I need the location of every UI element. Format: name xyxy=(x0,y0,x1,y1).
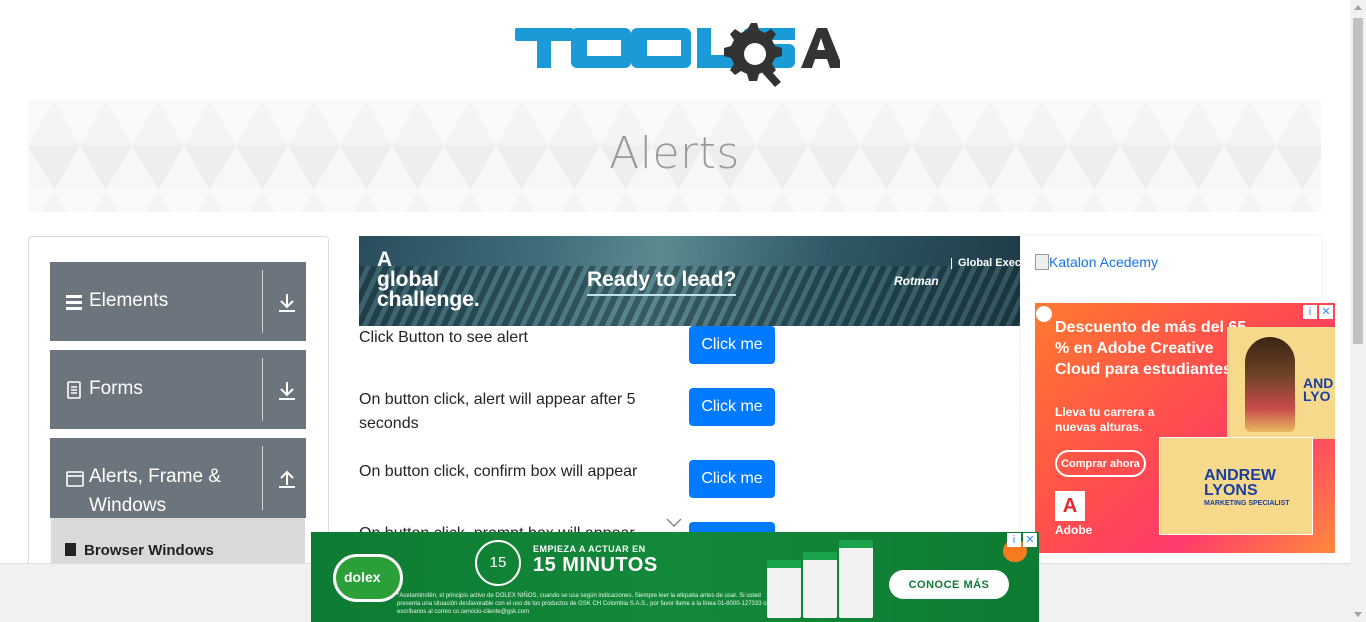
ad-headline-line: challenge. xyxy=(377,288,480,311)
toolsqa-logo[interactable] xyxy=(515,16,840,91)
timer-icon: 15 xyxy=(475,540,521,586)
nav-group-label: Forms xyxy=(89,378,143,399)
sidebar-item-label: Browser Windows xyxy=(84,542,214,559)
page-banner: Alerts xyxy=(28,100,1321,212)
ad-photo: AND LYO xyxy=(1227,327,1335,439)
ad-side-text: Global Executive M for Healthca the Life… xyxy=(951,258,1020,269)
product-box xyxy=(839,540,873,618)
product-boxes xyxy=(767,538,873,618)
page-title: Alerts xyxy=(609,128,740,179)
ad-info-icon[interactable]: i xyxy=(1007,533,1021,547)
photo-name: AND LYO xyxy=(1303,375,1334,404)
nav-group-forms[interactable]: Forms xyxy=(50,350,306,429)
scroll-up-arrow[interactable] xyxy=(1354,5,1362,10)
ad-subline: Lleva tu carrera a nuevas alturas. xyxy=(1055,405,1155,434)
download-icon[interactable] xyxy=(276,380,298,402)
ad-headline: 15 MINUTOS xyxy=(533,554,658,576)
dolex-ad[interactable]: dolex 15 EMPIEZA A ACTUAR EN 15 MINUTOS … xyxy=(311,532,1039,622)
ad-kicker: EMPIEZA A ACTUAR EN xyxy=(533,544,646,554)
learn-more-button[interactable]: CONOCE MÁS xyxy=(889,570,1009,599)
page: Alerts Elements Forms Alerts, Frame & Wi… xyxy=(0,0,1366,622)
card-name: ANDREW LYONS xyxy=(1204,467,1276,499)
ad-fine-print: *Acetaminofén, el principio activo de DO… xyxy=(397,593,767,615)
hamburger-icon xyxy=(66,295,82,310)
katalon-academy-image[interactable]: Katalon Acedemy xyxy=(1035,254,1158,270)
alert-row: Click Button to see alert Click me xyxy=(359,326,1020,366)
person-image xyxy=(1245,337,1295,432)
window-icon xyxy=(66,471,84,487)
upload-icon[interactable] xyxy=(276,468,298,490)
divider xyxy=(262,270,263,333)
browser-icon xyxy=(65,543,76,556)
alert-row-label: Click Button to see alert xyxy=(359,329,528,346)
alert-row-label: On button click, alert will appear after… xyxy=(359,391,636,432)
ad-cta[interactable]: Ready to lead? xyxy=(587,268,737,296)
divider xyxy=(262,358,263,421)
ad-headline: A global challenge. xyxy=(377,248,480,311)
document-icon xyxy=(67,381,81,399)
sidebar-item-browser-windows[interactable]: Browser Windows xyxy=(65,542,214,559)
image-alt-text: Katalon Acedemy xyxy=(1049,254,1158,270)
timer-alert-button[interactable]: Click me xyxy=(689,388,775,426)
close-ad-icon[interactable]: ✕ xyxy=(1023,533,1037,547)
adchoices-icon[interactable] xyxy=(1036,306,1052,322)
ad-headline-line: A xyxy=(377,248,393,271)
adobe-ad[interactable]: Descuento de más del 65 % en Adobe Creat… xyxy=(1035,303,1335,553)
confirm-button[interactable]: Click me xyxy=(689,460,775,498)
alert-row: On button click, alert will appear after… xyxy=(359,388,1020,438)
scrollbar-thumb[interactable] xyxy=(1353,18,1363,344)
alert-row: On button click, confirm box will appear… xyxy=(359,460,1020,500)
vertical-scrollbar[interactable] xyxy=(1350,0,1366,622)
close-ad-icon[interactable]: ✕ xyxy=(1319,305,1333,319)
ad-headline: Descuento de más del 65 % en Adobe Creat… xyxy=(1055,319,1247,378)
scroll-down-arrow[interactable] xyxy=(1354,612,1362,617)
product-box xyxy=(803,552,837,618)
nav-group-alerts-frame-windows[interactable]: Alerts, Frame & Windows xyxy=(50,438,306,518)
left-panel: Elements Forms Alerts, Frame & Windows B… xyxy=(28,236,329,576)
ad-brand: Rotman xyxy=(894,274,939,288)
nav-group-label: Elements xyxy=(89,290,169,311)
product-box xyxy=(767,560,801,618)
ad-brand: Adobe xyxy=(1055,523,1093,537)
adobe-logo-icon: A xyxy=(1055,491,1085,521)
buy-now-button[interactable]: Comprar ahora xyxy=(1055,450,1146,477)
card-role: MARKETING SPECIALIST xyxy=(1204,500,1290,507)
nav-group-label-line2: Windows xyxy=(89,495,167,516)
download-icon[interactable] xyxy=(276,292,298,314)
chevron-down-icon[interactable] xyxy=(666,518,682,528)
nav-group-label: Alerts, Frame & xyxy=(89,466,221,487)
ad-name-card: ANDREW LYONS MARKETING SPECIALIST xyxy=(1159,437,1313,535)
dolex-logo: dolex xyxy=(333,554,403,602)
alert-button[interactable]: Click me xyxy=(689,326,775,364)
ad-info-icon[interactable]: i xyxy=(1303,305,1317,319)
ad-headline-line: global xyxy=(377,268,439,291)
alert-row-label: On button click, confirm box will appear xyxy=(359,463,638,480)
divider xyxy=(262,446,263,510)
ad-brand: dolex xyxy=(344,569,381,585)
rotman-ad[interactable]: A global challenge. Ready to lead? Rotma… xyxy=(359,236,1020,326)
broken-image-icon xyxy=(1035,254,1049,270)
nav-group-elements[interactable]: Elements xyxy=(50,262,306,341)
